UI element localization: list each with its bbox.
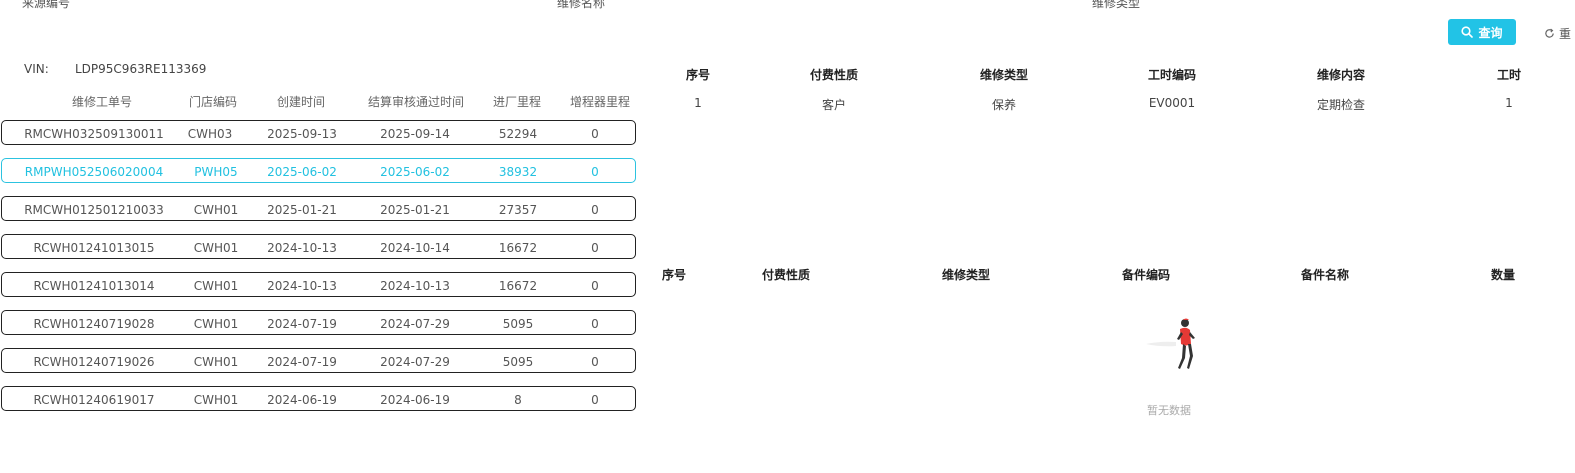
settle-time: 2024-07-29 — [380, 317, 450, 331]
col-index: 序号 — [685, 68, 711, 82]
labor-index: 1 — [694, 96, 702, 110]
order-row[interactable]: RMCWH012501210033 CWH01 2025-01-21 2025-… — [1, 196, 636, 221]
filter-label-source-no: 来源编号 — [22, 0, 71, 10]
mileage: 5095 — [502, 355, 534, 369]
labor-row[interactable]: 1 客户 保养 EV0001 定期检查 1 — [0, 96, 1575, 112]
settle-time: 2025-01-21 — [380, 203, 450, 217]
order-no: RCWH01241013015 — [33, 241, 155, 255]
range-extender-mileage: 0 — [591, 165, 599, 179]
empty-state-text: 暂无数据 — [1147, 404, 1191, 417]
search-icon — [1461, 26, 1474, 38]
labor-content: 定期检查 — [1316, 98, 1366, 112]
settle-time: 2025-06-02 — [380, 165, 450, 179]
order-row[interactable]: RCWH01240719028 CWH01 2024-07-19 2024-07… — [1, 310, 636, 335]
settle-time: 2024-06-19 — [380, 393, 450, 407]
col-part-name: 备件名称 — [1300, 268, 1350, 282]
order-row[interactable]: RMCWH032509130011 CWH03 2025-09-13 2025-… — [1, 120, 636, 145]
order-no: RMCWH012501210033 — [24, 203, 164, 217]
created-time: 2024-06-19 — [267, 393, 337, 407]
mileage: 27357 — [498, 203, 538, 217]
order-row[interactable]: RCWH01240719026 CWH01 2024-07-19 2024-07… — [1, 348, 636, 373]
query-button-label: 查询 — [1478, 25, 1503, 40]
mileage: 38932 — [498, 165, 538, 179]
store-code: CWH03 — [187, 127, 233, 141]
created-time: 2025-01-21 — [267, 203, 337, 217]
labor-repair-type: 保养 — [991, 98, 1017, 112]
settle-time: 2025-09-14 — [380, 127, 450, 141]
store-code: CWH01 — [193, 241, 239, 255]
created-time: 2024-10-13 — [267, 241, 337, 255]
query-button[interactable]: 查询 — [1448, 19, 1516, 45]
order-no: RMPWH052506020004 — [24, 165, 164, 179]
col-pay-type: 付费性质 — [761, 268, 811, 282]
order-no: RCWH01240719026 — [33, 355, 155, 369]
range-extender-mileage: 0 — [591, 241, 599, 255]
col-part-code: 备件编码 — [1121, 268, 1171, 282]
reset-button-label: 重 — [1559, 26, 1572, 41]
store-code: CWH01 — [193, 355, 239, 369]
store-code: CWH01 — [193, 203, 239, 217]
parts-table-header: 序号 付费性质 维修类型 备件编码 备件名称 数量 — [0, 266, 1575, 282]
col-index: 序号 — [661, 268, 687, 282]
mileage: 5095 — [502, 317, 534, 331]
mileage: 52294 — [498, 127, 538, 141]
store-code: CWH01 — [193, 317, 239, 331]
filter-label-repair-name: 维修名称 — [557, 0, 606, 10]
mileage: 8 — [514, 393, 522, 407]
store-code: PWH05 — [194, 165, 238, 179]
labor-pay-type: 客户 — [821, 98, 847, 112]
order-no: RCWH01240619017 — [33, 393, 155, 407]
col-pay-type: 付费性质 — [809, 68, 859, 82]
range-extender-mileage: 0 — [591, 355, 599, 369]
created-time: 2024-07-19 — [267, 317, 337, 331]
settle-time: 2024-07-29 — [380, 355, 450, 369]
created-time: 2025-09-13 — [267, 127, 337, 141]
order-row[interactable]: RCWH01240619017 CWH01 2024-06-19 2024-06… — [1, 386, 636, 411]
range-extender-mileage: 0 — [591, 203, 599, 217]
store-code: CWH01 — [193, 393, 239, 407]
col-labor-hours: 工时 — [1496, 68, 1522, 82]
order-row[interactable]: RCWH01241013015 CWH01 2024-10-13 2024-10… — [1, 234, 636, 259]
range-extender-mileage: 0 — [591, 127, 599, 141]
col-quantity: 数量 — [1490, 268, 1516, 282]
col-repair-type: 维修类型 — [979, 68, 1029, 82]
empty-state-illustration-icon — [1146, 318, 1195, 369]
col-repair-content: 维修内容 — [1316, 68, 1366, 82]
filter-label-repair-type: 维修类型 — [1092, 0, 1141, 10]
labor-hours: 1 — [1505, 96, 1513, 110]
order-no: RMCWH032509130011 — [24, 127, 164, 141]
range-extender-mileage: 0 — [591, 393, 599, 407]
mileage: 16672 — [498, 241, 538, 255]
range-extender-mileage: 0 — [591, 317, 599, 331]
col-repair-type: 维修类型 — [941, 268, 991, 282]
reset-button[interactable]: 重 — [1544, 24, 1575, 42]
labor-table-header: 序号 付费性质 维修类型 工时编码 维修内容 工时 — [0, 66, 1575, 82]
order-no: RCWH01240719028 — [33, 317, 155, 331]
settle-time: 2024-10-14 — [380, 241, 450, 255]
refresh-icon — [1545, 28, 1554, 38]
labor-code: EV0001 — [1148, 96, 1196, 110]
order-row-selected[interactable]: RMPWH052506020004 PWH05 2025-06-02 2025-… — [1, 158, 636, 183]
col-labor-code: 工时编码 — [1147, 68, 1197, 82]
filter-label-strip: 来源编号 维修名称 维修类型 — [0, 0, 1575, 10]
created-time: 2024-07-19 — [267, 355, 337, 369]
created-time: 2025-06-02 — [267, 165, 337, 179]
